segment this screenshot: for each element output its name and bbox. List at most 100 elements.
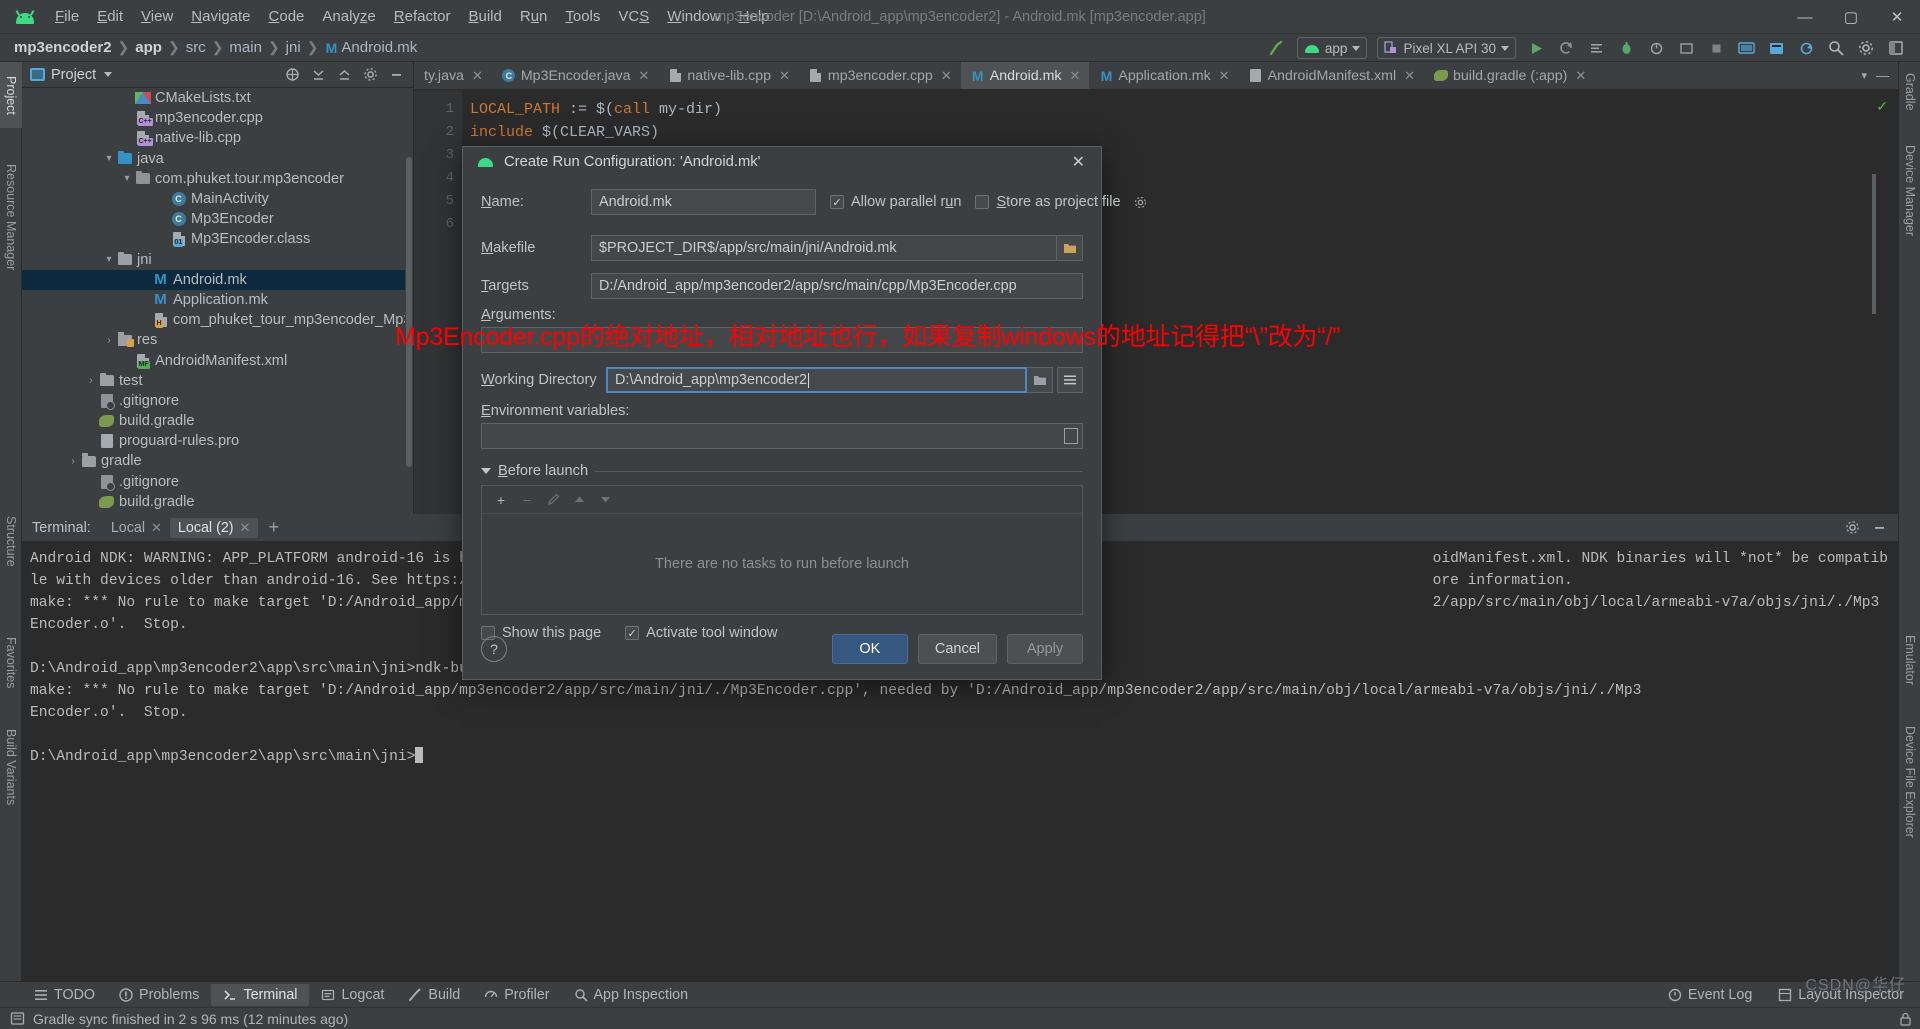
close-icon[interactable]: ✕ bbox=[472, 68, 483, 84]
device-selector[interactable]: Pixel XL API 30 bbox=[1377, 37, 1516, 59]
terminal-tab-local-2[interactable]: Local (2) ✕ bbox=[169, 517, 259, 538]
terminal-tab-local[interactable]: Local ✕ bbox=[103, 518, 170, 538]
chevron-right-icon[interactable]: › bbox=[66, 456, 80, 467]
chevron-down-icon[interactable]: ▾ bbox=[1854, 69, 1874, 82]
tree-item-android-mk[interactable]: M Android.mk bbox=[22, 269, 405, 290]
chevron-right-icon[interactable]: › bbox=[84, 375, 98, 386]
sidebar-item-emulator[interactable]: Emulator bbox=[1899, 622, 1920, 698]
tree-item--gitignore[interactable]: .gitignore bbox=[22, 472, 405, 492]
menu-navigate[interactable]: Navigate bbox=[182, 5, 259, 28]
tree-item--gitignore[interactable]: .gitignore bbox=[22, 391, 405, 411]
menu-window[interactable]: Window bbox=[658, 5, 729, 28]
sidebar-item-favorites[interactable]: Favorites bbox=[0, 622, 22, 704]
breadcrumb-item-src[interactable]: src bbox=[186, 39, 206, 56]
chevron-down-icon[interactable]: ▾ bbox=[102, 254, 116, 265]
chevron-down-icon[interactable]: ▾ bbox=[102, 153, 116, 164]
sidebar-item-device-manager[interactable]: Device Manager bbox=[1899, 132, 1920, 250]
breadcrumb-item-main[interactable]: main bbox=[229, 39, 262, 56]
tree-item-gradle[interactable]: › gradle bbox=[22, 451, 405, 471]
macros-list-icon[interactable] bbox=[1057, 367, 1083, 393]
settings-icon[interactable] bbox=[1840, 517, 1865, 539]
sync-gradle-icon[interactable] bbox=[1792, 36, 1820, 60]
tree-item-androidmanifest-xml[interactable]: MF AndroidManifest.xml bbox=[22, 350, 405, 370]
expand-all-icon[interactable] bbox=[306, 64, 331, 86]
hide-icon[interactable]: — bbox=[1874, 68, 1898, 83]
search-everywhere-icon[interactable] bbox=[1822, 36, 1850, 60]
build-hammer-icon[interactable] bbox=[1263, 36, 1291, 60]
tree-item-build-gradle[interactable]: build.gradle bbox=[22, 411, 405, 431]
menu-code[interactable]: Code bbox=[260, 5, 314, 28]
bottom-item-profiler[interactable]: Profiler bbox=[472, 984, 561, 1006]
editor-scrollbar[interactable] bbox=[1872, 174, 1876, 314]
cancel-button[interactable]: Cancel bbox=[917, 634, 997, 664]
editor-tabs-overflow[interactable]: ▾ — bbox=[1854, 62, 1898, 89]
chevron-down-icon[interactable] bbox=[104, 72, 113, 77]
editor-tab-ty-java[interactable]: ty.java ✕ bbox=[414, 62, 492, 89]
close-icon[interactable]: ✕ bbox=[1874, 0, 1920, 34]
settings-icon[interactable] bbox=[1852, 36, 1880, 60]
module-selector[interactable]: app bbox=[1296, 37, 1368, 59]
status-lock-icon[interactable] bbox=[1899, 1012, 1912, 1026]
code-content[interactable]: LOCAL_PATH := $(call my-dir) include $(C… bbox=[470, 98, 1868, 144]
before-launch-task-list[interactable]: + − There are no tasks to run before lau… bbox=[481, 485, 1083, 615]
editor-tab-application-mk[interactable]: M Application.mk ✕ bbox=[1089, 62, 1238, 89]
help-button[interactable]: ? bbox=[481, 636, 507, 662]
tree-item-com-phuket-tour-mp3encoder[interactable]: ▾ com.phuket.tour.mp3encoder bbox=[22, 169, 405, 189]
sidebar-item-build-variants[interactable]: Build Variants bbox=[0, 712, 22, 822]
window-controls[interactable]: — ▢ ✕ bbox=[1782, 0, 1920, 34]
editor-tab-native-lib-cpp[interactable]: native-lib.cpp ✕ bbox=[658, 62, 799, 89]
profile-icon[interactable] bbox=[1642, 36, 1670, 60]
gear-icon[interactable] bbox=[1134, 196, 1147, 209]
sidebar-item-gradle[interactable]: Gradle bbox=[1899, 62, 1920, 122]
menu-tools[interactable]: Tools bbox=[556, 5, 609, 28]
close-icon[interactable]: ✕ bbox=[639, 68, 650, 84]
close-icon[interactable]: ✕ bbox=[240, 520, 251, 536]
bottom-item-build[interactable]: Build bbox=[396, 984, 472, 1006]
chevron-right-icon[interactable]: › bbox=[102, 335, 116, 346]
scroll-from-source-icon[interactable] bbox=[280, 64, 305, 86]
tree-item-build-gradle[interactable]: build.gradle bbox=[22, 492, 405, 512]
close-icon[interactable]: ✕ bbox=[1219, 68, 1230, 84]
editor-tab-androidmanifest-xml[interactable]: AndroidManifest.xml ✕ bbox=[1239, 62, 1424, 89]
bottom-item-event-log[interactable]: Event Log bbox=[1662, 984, 1758, 1006]
close-icon[interactable]: ✕ bbox=[941, 68, 952, 84]
sidebar-item-device-file-explorer[interactable]: Device File Explorer bbox=[1899, 707, 1920, 857]
sidebar-item-resource-manager[interactable]: Resource Manager bbox=[0, 142, 22, 292]
tree-item-application-mk[interactable]: M Application.mk bbox=[22, 290, 405, 310]
menu-edit[interactable]: Edit bbox=[88, 5, 132, 28]
browse-folder-icon[interactable] bbox=[1027, 367, 1053, 393]
store-as-project-file-checkbox[interactable]: Store as project file bbox=[975, 194, 1146, 210]
close-icon[interactable]: ✕ bbox=[1070, 68, 1081, 84]
menu-help[interactable]: Help bbox=[730, 5, 779, 28]
editor-tabs[interactable]: ty.java ✕ C Mp3Encoder.java ✕ native-lib.cpp ✕… bbox=[414, 62, 1898, 90]
hide-icon[interactable] bbox=[384, 64, 409, 86]
working-directory-input[interactable]: D:\Android_app\mp3encoder2 bbox=[606, 367, 1027, 393]
menu-run[interactable]: Run bbox=[511, 5, 557, 28]
dialog-close-icon[interactable]: ✕ bbox=[1064, 150, 1093, 174]
breadcrumb-item-app[interactable]: app bbox=[135, 39, 162, 56]
bottom-item-problems[interactable]: Problems bbox=[107, 984, 211, 1006]
close-icon[interactable]: ✕ bbox=[1575, 68, 1586, 84]
sidebar-item-structure[interactable]: Structure bbox=[0, 502, 22, 580]
chevron-down-icon[interactable]: ▾ bbox=[120, 173, 134, 184]
browse-folder-icon[interactable] bbox=[1057, 235, 1083, 261]
breadcrumb-item-file[interactable]: Android.mk bbox=[341, 39, 417, 56]
tree-item-mp3encoder-class[interactable]: 01 Mp3Encoder.class bbox=[22, 229, 405, 249]
project-tree[interactable]: CMakeLists.txt C++ mp3encoder.cpp C++ native… bbox=[22, 88, 405, 514]
menu-vcs[interactable]: VCS bbox=[609, 5, 658, 28]
menu-analyze[interactable]: Analyze bbox=[313, 5, 384, 28]
apply-button[interactable]: Apply bbox=[1007, 634, 1083, 664]
close-icon[interactable]: ✕ bbox=[151, 520, 162, 536]
close-icon[interactable]: ✕ bbox=[1404, 68, 1415, 84]
environment-variables-input[interactable] bbox=[481, 423, 1083, 449]
makefile-input[interactable]: $PROJECT_DIR$/app/src/main/jni/Android.m… bbox=[591, 235, 1057, 261]
editor-tab-build-gradle-app-[interactable]: build.gradle (:app) ✕ bbox=[1424, 62, 1595, 89]
tree-item-native-lib-cpp[interactable]: C++ native-lib.cpp bbox=[22, 128, 405, 148]
bottom-item-terminal[interactable]: Terminal bbox=[211, 983, 310, 1006]
before-launch-section-header[interactable]: Before launch bbox=[481, 463, 1083, 479]
bottom-item-todo[interactable]: TODO bbox=[22, 984, 107, 1006]
tree-item-mp3encoder[interactable]: C Mp3Encoder bbox=[22, 209, 405, 229]
close-icon[interactable]: ✕ bbox=[779, 68, 790, 84]
tree-item-cmakelists-txt[interactable]: CMakeLists.txt bbox=[22, 88, 405, 108]
bottom-item-app-inspection[interactable]: App Inspection bbox=[562, 984, 701, 1006]
